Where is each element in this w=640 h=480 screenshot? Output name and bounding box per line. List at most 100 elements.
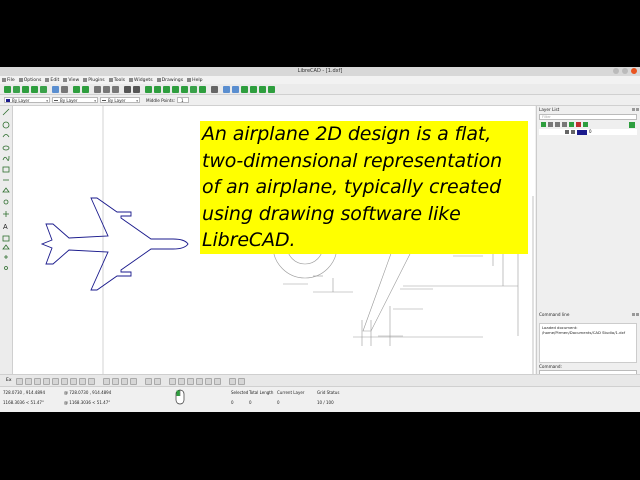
relative-zero-icon[interactable] xyxy=(145,377,152,385)
copy-icon[interactable] xyxy=(103,85,110,93)
open-file-icon[interactable] xyxy=(22,85,29,93)
ellipse-tool-icon[interactable] xyxy=(2,145,10,151)
text-tool-icon[interactable]: A xyxy=(3,224,8,231)
save-icon[interactable] xyxy=(31,85,38,93)
snap-middle-icon[interactable] xyxy=(61,377,68,385)
toggle-pen-icon[interactable] xyxy=(229,377,236,385)
grid-icon[interactable] xyxy=(124,85,131,93)
polyline-tool-icon[interactable] xyxy=(2,187,10,193)
snap-free-icon[interactable] xyxy=(16,377,23,385)
float-icon[interactable] xyxy=(632,108,635,111)
menu-edit[interactable]: Edit xyxy=(45,78,59,83)
menu-view[interactable]: View xyxy=(63,78,79,83)
linetype-combo[interactable]: By Layer ▾ xyxy=(52,96,98,103)
new-template-icon[interactable] xyxy=(13,85,20,93)
library-icon[interactable] xyxy=(232,85,239,93)
pen-icon[interactable] xyxy=(250,85,257,93)
zoom-out-icon[interactable] xyxy=(163,85,170,93)
line-tool-icon[interactable] xyxy=(2,108,10,116)
airplane-outline[interactable] xyxy=(40,197,189,291)
menu-drawings[interactable]: Drawings xyxy=(156,78,183,83)
snap-grid-icon[interactable] xyxy=(25,377,32,385)
spline-tool-icon[interactable] xyxy=(2,155,10,161)
toggle-library-icon[interactable] xyxy=(214,377,221,385)
new-file-icon[interactable] xyxy=(4,85,11,93)
menu-options[interactable]: Options xyxy=(18,78,41,83)
point-tool-icon[interactable] xyxy=(3,199,9,205)
toggle-grid-icon[interactable] xyxy=(169,377,176,385)
toggle-blocks-icon[interactable] xyxy=(205,377,212,385)
image-tool-icon[interactable] xyxy=(2,244,10,250)
menu-tools[interactable]: Tools xyxy=(108,78,125,83)
arc-tool-icon[interactable] xyxy=(2,134,10,138)
redo-icon[interactable] xyxy=(82,85,89,93)
edit-menu-icon xyxy=(45,78,50,82)
remove-layer-icon[interactable] xyxy=(576,122,581,127)
toggle-draft-icon[interactable] xyxy=(178,377,185,385)
hide-all-layers-icon[interactable] xyxy=(548,122,553,127)
zoom-window-icon[interactable] xyxy=(190,85,197,93)
lock-relative-zero-icon[interactable] xyxy=(154,377,161,385)
save-as-icon[interactable] xyxy=(40,85,47,93)
zoom-redraw-icon[interactable] xyxy=(145,85,152,93)
visibility-icon[interactable] xyxy=(565,130,569,134)
menu-widgets[interactable]: Widgets xyxy=(129,78,153,83)
maximize-button[interactable] xyxy=(622,68,628,74)
edit-layer-icon[interactable] xyxy=(583,122,588,127)
info-tool-icon[interactable] xyxy=(4,266,8,270)
print-icon[interactable] xyxy=(52,85,59,93)
hatch-tool-icon[interactable] xyxy=(2,235,10,242)
width-combo[interactable]: By Layer ▾ xyxy=(100,96,140,103)
zoom-auto-icon[interactable] xyxy=(172,85,179,93)
color-combo[interactable]: By Layer ▾ xyxy=(4,96,50,103)
layer-icon[interactable] xyxy=(223,85,230,93)
menu-plugins[interactable]: Plugins xyxy=(83,78,105,83)
unlock-layers-icon[interactable] xyxy=(555,122,560,127)
lock-layers-icon[interactable] xyxy=(562,122,567,127)
restrict-nothing-icon[interactable] xyxy=(103,377,110,385)
draft-icon[interactable] xyxy=(133,85,140,93)
close-button[interactable] xyxy=(631,68,637,74)
paste-icon[interactable] xyxy=(112,85,119,93)
layer-settings-icon[interactable] xyxy=(629,122,635,128)
float-icon[interactable] xyxy=(632,313,635,316)
block-icon[interactable] xyxy=(211,85,218,93)
help-icon[interactable] xyxy=(268,85,275,93)
minimize-button[interactable] xyxy=(613,68,619,74)
snap-endpoint-icon[interactable] xyxy=(34,377,41,385)
layer-row[interactable]: 0 xyxy=(539,129,637,135)
menu-file[interactable]: File xyxy=(2,78,15,83)
restrict-horizontal-icon[interactable] xyxy=(121,377,128,385)
block-tool-icon[interactable] xyxy=(4,255,8,259)
close-icon[interactable] xyxy=(636,313,639,316)
toggle-layers-icon[interactable] xyxy=(196,377,203,385)
toggle-status-icon[interactable] xyxy=(187,377,194,385)
snap-intersection-icon[interactable] xyxy=(79,377,86,385)
toggle-command-icon[interactable] xyxy=(238,377,245,385)
middle-points-spinbox[interactable]: 1 xyxy=(177,96,189,103)
restrict-orthogonal-icon[interactable] xyxy=(112,377,119,385)
print-preview-icon[interactable] xyxy=(61,85,68,93)
zoom-in-icon[interactable] xyxy=(154,85,161,93)
circle-tool-icon[interactable] xyxy=(2,121,10,129)
undo-icon[interactable] xyxy=(73,85,80,93)
options-icon[interactable] xyxy=(259,85,266,93)
show-all-layers-icon[interactable] xyxy=(541,122,546,127)
menu-help[interactable]: Help xyxy=(187,78,203,83)
add-layer-icon[interactable] xyxy=(569,122,574,127)
snap-crosshair-icon[interactable] xyxy=(88,377,95,385)
snap-icon[interactable] xyxy=(241,85,248,93)
snap-on-entity-icon[interactable] xyxy=(43,377,50,385)
lock-icon[interactable] xyxy=(571,130,575,134)
command-panel-controls xyxy=(632,313,639,316)
cut-icon[interactable] xyxy=(94,85,101,93)
zoom-previous-icon[interactable] xyxy=(181,85,188,93)
select-tool-icon[interactable] xyxy=(3,211,9,217)
snap-distance-icon[interactable] xyxy=(70,377,77,385)
zoom-pan-icon[interactable] xyxy=(199,85,206,93)
layer-filter-input[interactable]: Filter xyxy=(539,114,637,120)
snap-center-icon[interactable] xyxy=(52,377,59,385)
rectangle-tool-icon[interactable] xyxy=(2,166,10,173)
restrict-vertical-icon[interactable] xyxy=(130,377,137,385)
close-icon[interactable] xyxy=(636,108,639,111)
